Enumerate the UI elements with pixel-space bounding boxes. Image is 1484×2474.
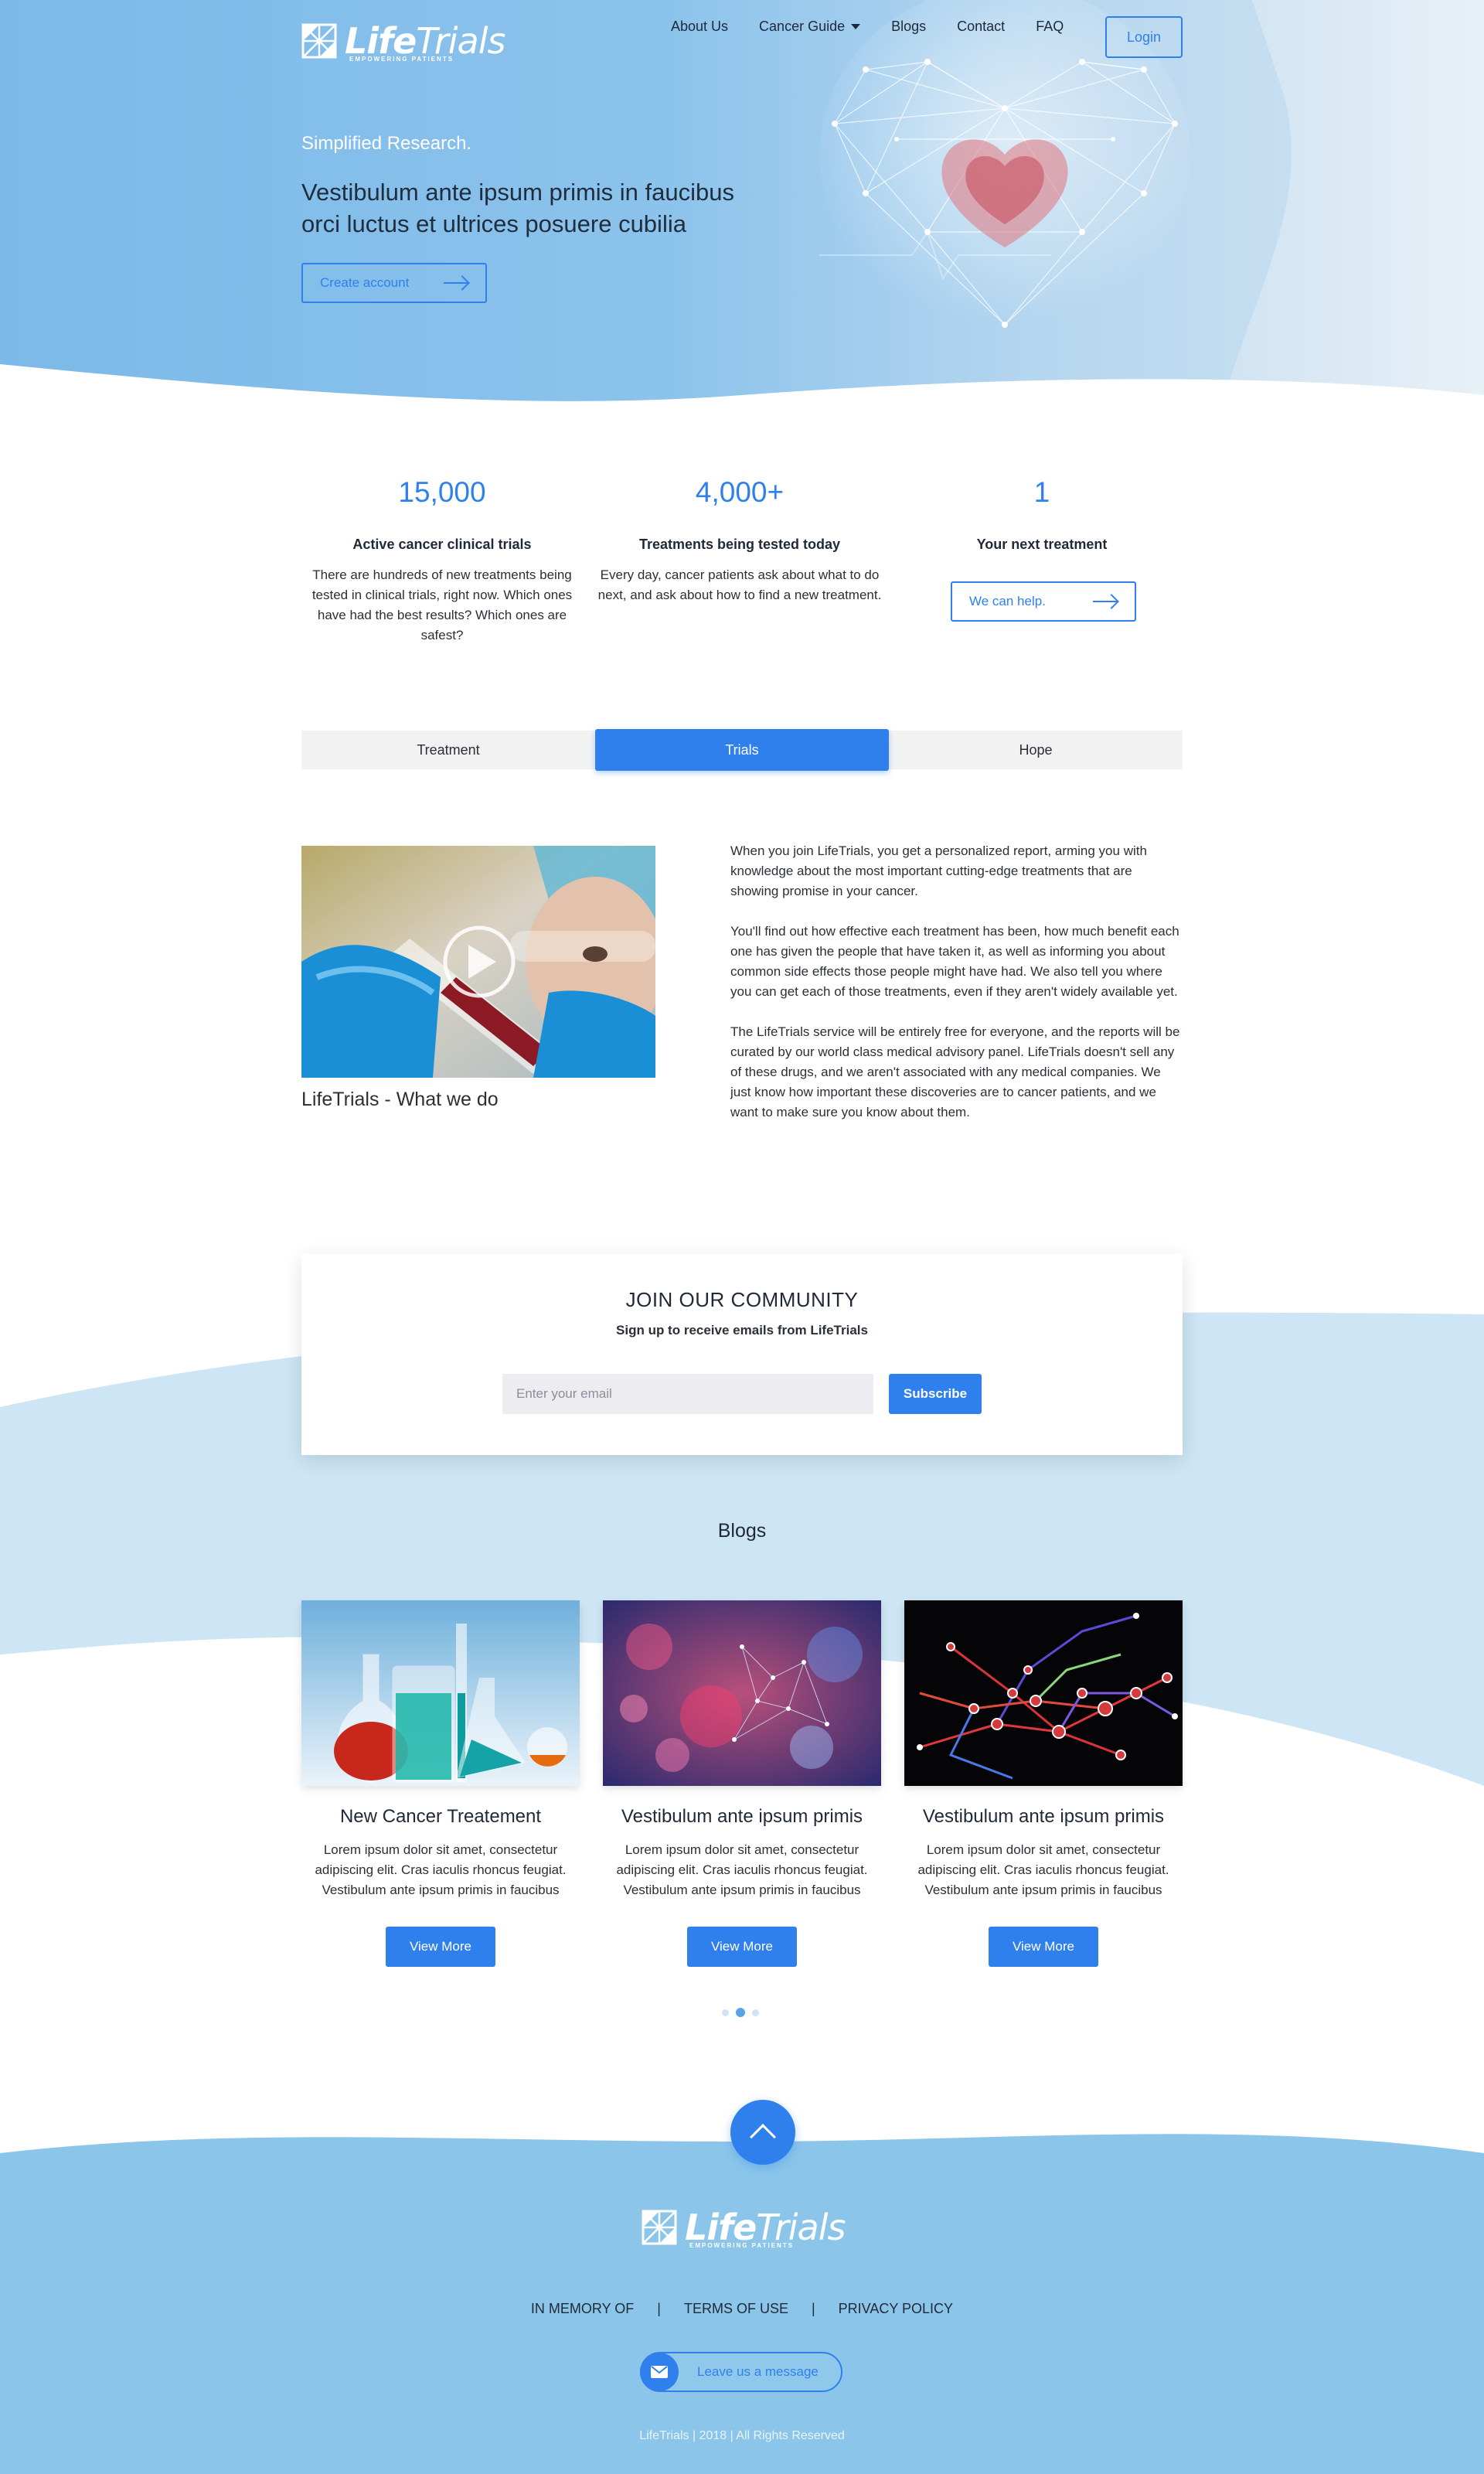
blog-card: Vestibulum ante ipsum primis Lorem ipsum… — [603, 1600, 881, 1967]
we-can-help-label: We can help. — [969, 594, 1046, 608]
stat-active-trials: 15,000 Active cancer clinical trials The… — [299, 476, 585, 646]
stat-number: 1 — [1033, 476, 1050, 508]
footer-background — [0, 2134, 1484, 2474]
lab-scientist-image — [301, 846, 655, 1078]
header-logo[interactable]: LifeTrials EMPOWERING PATIENTS — [301, 20, 505, 63]
nav-cancer-guide-label: Cancer Guide — [759, 19, 846, 34]
nav-contact[interactable]: Contact — [957, 19, 1005, 35]
arrow-right-icon — [1093, 601, 1118, 602]
community-subtitle: Sign up to receive emails from LifeTrial… — [616, 1323, 868, 1338]
blog-excerpt: Lorem ipsum dolor sit amet, consectetur … — [917, 1842, 1169, 1897]
scroll-to-top-button[interactable] — [730, 2100, 795, 2165]
hero-section: LifeTrials EMPOWERING PATIENTS About Us … — [0, 0, 1484, 410]
bokeh-network-image — [603, 1600, 881, 1786]
lab-flasks-image — [301, 1600, 580, 1786]
nav-blogs[interactable]: Blogs — [891, 19, 926, 35]
about-paragraph: The LifeTrials service will be entirely … — [730, 1024, 1180, 1119]
footer-link-terms[interactable]: TERMS OF USE — [684, 2301, 788, 2317]
blog-title: Vestibulum ante ipsum primis — [621, 1806, 863, 1827]
footer-links: IN MEMORY OF | TERMS OF USE | PRIVACY PO… — [0, 2301, 1484, 2317]
hero-wave-divider — [0, 364, 1484, 410]
view-more-button[interactable]: View More — [687, 1927, 797, 1967]
stat-heading: Your next treatment — [976, 537, 1108, 552]
stat-number: 4,000+ — [695, 476, 785, 508]
nav-cancer-guide[interactable]: Cancer Guide — [759, 19, 861, 35]
blog-card: Vestibulum ante ipsum primis Lorem ipsum… — [904, 1600, 1183, 1967]
logo-tagline: EMPOWERING PATIENTS — [689, 2242, 795, 2249]
heart-network-illustration — [819, 0, 1484, 410]
pagination-dot[interactable] — [752, 2009, 759, 2016]
leave-message-label: Leave us a message — [697, 2364, 819, 2379]
neural-network-image — [904, 1600, 1183, 1786]
stat-heading: Treatments being tested today — [638, 537, 841, 552]
envelope-icon — [640, 2353, 679, 2391]
arrow-right-icon — [444, 282, 468, 284]
stat-next-treatment: 1 Your next treatment — [899, 476, 1185, 553]
blog-pagination — [722, 2008, 759, 2017]
leave-message-button[interactable]: Leave us a message — [640, 2352, 842, 2392]
create-account-label: Create account — [320, 275, 410, 290]
copyright-text: LifeTrials | 2018 | All Rights Reserved — [639, 2429, 845, 2442]
blog-title: Vestibulum ante ipsum primis — [922, 1806, 1165, 1827]
logo-mark-icon — [642, 2210, 677, 2245]
tab-treatment[interactable]: Treatment — [301, 731, 595, 769]
footer-logo[interactable]: LifeTrials EMPOWERING PATIENTS — [642, 2206, 846, 2249]
we-can-help-button[interactable]: We can help. — [951, 581, 1136, 622]
login-button[interactable]: Login — [1105, 16, 1183, 58]
footer-separator: | — [657, 2301, 661, 2316]
pagination-dot-active[interactable] — [736, 2008, 745, 2017]
subscribe-button[interactable]: Subscribe — [889, 1374, 982, 1414]
blogs-title: Blogs — [717, 1520, 767, 1542]
blog-image[interactable] — [301, 1600, 580, 1786]
chevron-up-icon — [750, 2124, 776, 2150]
content-tabs: Treatment Trials Hope — [301, 729, 1183, 771]
blog-card: New Cancer Treatement Lorem ipsum dolor … — [301, 1600, 580, 1967]
tab-trials[interactable]: Trials — [595, 729, 889, 771]
blog-excerpt: Lorem ipsum dolor sit amet, consectetur … — [616, 1842, 868, 1897]
footer-link-in-memory[interactable]: IN MEMORY OF — [531, 2301, 634, 2317]
video-caption: LifeTrials - What we do — [301, 1089, 499, 1110]
blog-image[interactable] — [603, 1600, 881, 1786]
create-account-button[interactable]: Create account — [301, 263, 487, 303]
about-paragraph: When you join LifeTrials, you get a pers… — [730, 843, 1147, 898]
video-player[interactable] — [301, 846, 655, 1078]
about-text: When you join LifeTrials, you get a pers… — [730, 841, 1183, 1143]
email-input[interactable]: Enter your email — [502, 1374, 873, 1414]
hero-kicker: Simplified Research. — [301, 133, 472, 154]
footer-link-privacy[interactable]: PRIVACY POLICY — [839, 2301, 953, 2317]
blog-excerpt: Lorem ipsum dolor sit amet, consectetur … — [315, 1842, 567, 1897]
tab-hope[interactable]: Hope — [889, 731, 1183, 769]
stat-heading: Active cancer clinical trials — [352, 537, 532, 552]
hero-title: Vestibulum ante ipsum primis in faucibus… — [301, 179, 734, 237]
blog-title: New Cancer Treatement — [339, 1806, 542, 1827]
caret-down-icon — [851, 24, 861, 29]
main-nav: About Us Cancer Guide Blogs Contact FAQ — [671, 19, 1094, 35]
stat-text: Every day, cancer patients ask about wha… — [597, 567, 882, 602]
blog-image[interactable] — [904, 1600, 1183, 1786]
logo-tagline: EMPOWERING PATIENTS — [349, 56, 454, 63]
nav-about-us[interactable]: About Us — [671, 19, 728, 35]
logo-wordmark: LifeTrials — [685, 2206, 846, 2248]
community-title: JOIN OUR COMMUNITY — [625, 1288, 859, 1311]
footer-separator: | — [811, 2301, 815, 2316]
logo-wordmark: LifeTrials — [345, 20, 505, 62]
stat-text: There are hundreds of new treatments bei… — [311, 567, 573, 642]
about-paragraph: You'll find out how effective each treat… — [730, 924, 1179, 999]
stat-treatments-tested: 4,000+ Treatments being tested today Eve… — [597, 476, 883, 605]
view-more-button[interactable]: View More — [989, 1927, 1098, 1967]
nav-faq[interactable]: FAQ — [1036, 19, 1064, 35]
logo-mark-icon — [301, 23, 337, 59]
view-more-button[interactable]: View More — [386, 1927, 495, 1967]
pagination-dot[interactable] — [722, 2009, 729, 2016]
stat-number: 15,000 — [398, 476, 486, 508]
community-signup-card: JOIN OUR COMMUNITY Sign up to receive em… — [301, 1254, 1183, 1455]
